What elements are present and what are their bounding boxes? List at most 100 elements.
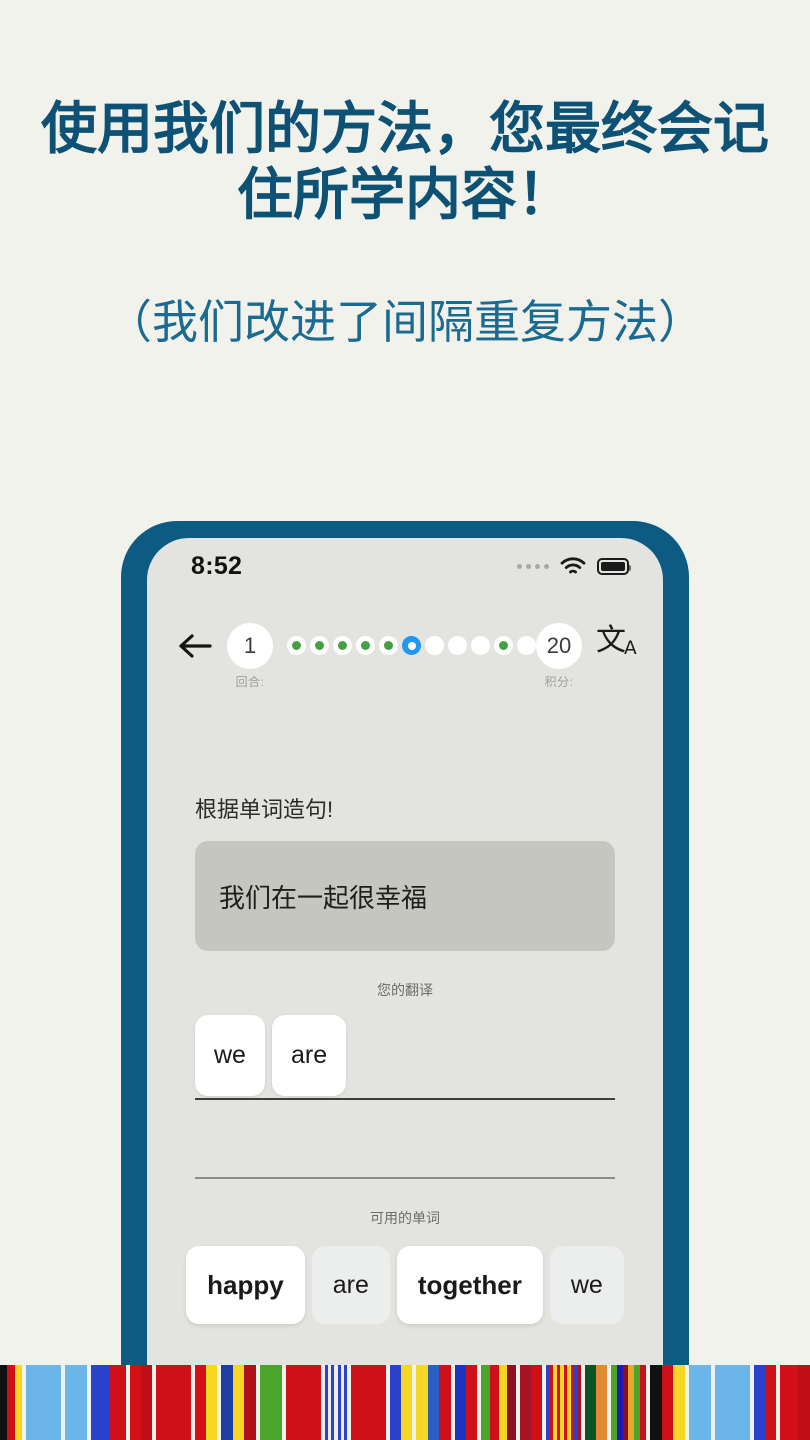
flag-stripe [481, 1365, 490, 1440]
progress-dot-3 [333, 636, 352, 655]
source-sentence-text: 我们在一起很幸福 [219, 882, 428, 913]
back-arrow-icon[interactable] [173, 624, 217, 668]
progress-dot-fill [407, 641, 416, 650]
score-badge: 20 [536, 623, 582, 669]
word-pool-chip[interactable]: happy [186, 1246, 305, 1324]
phone-screen: 8:52 1 回合: 20 积分: 文A 根据单词造句! 我们在一起很幸福 您的… [147, 538, 663, 1381]
progress-dot-fill [292, 641, 301, 650]
phone-mockup: 8:52 1 回合: 20 积分: 文A 根据单词造句! 我们在一起很幸福 您的… [121, 521, 689, 1381]
flag-stripe [141, 1365, 152, 1440]
status-indicators [517, 556, 631, 576]
flag-stripe [498, 1365, 508, 1440]
flag-stripe [14, 1365, 22, 1440]
flag [325, 1365, 347, 1440]
app-top-nav: 1 回合: 20 积分: 文A [147, 594, 663, 690]
flag-stripe [7, 1365, 15, 1440]
progress-dots [283, 636, 536, 655]
flag-stripe [195, 1365, 206, 1440]
flag-stripe [520, 1365, 531, 1440]
flag [520, 1365, 542, 1440]
exercise-body: 根据单词造句! 我们在一起很幸福 您的翻译 we are 可用的单词 happy a… [147, 792, 663, 1324]
flag-stripe [596, 1365, 607, 1440]
flag [351, 1365, 386, 1440]
flag [260, 1365, 282, 1440]
flag-stripe [577, 1365, 581, 1440]
flag-stripe [65, 1365, 87, 1440]
page-subheadline: （我们改进了间隔重复方法） [106, 296, 704, 349]
progress-dot-fill [476, 641, 485, 650]
flag-stripe [797, 1365, 810, 1440]
progress-dot-5 [379, 636, 398, 655]
flag-stripe [715, 1365, 750, 1440]
flag [26, 1365, 61, 1440]
word-pool-chip: we [549, 1246, 624, 1324]
flag [715, 1365, 750, 1440]
flag [0, 1365, 22, 1440]
source-sentence-card: 我们在一起很幸福 [195, 841, 615, 951]
flag-stripe [343, 1365, 347, 1440]
flag [650, 1365, 685, 1440]
progress-dot-fill [315, 641, 324, 650]
progress-dot-2 [310, 636, 329, 655]
progress-dot-8 [448, 636, 467, 655]
flag [455, 1365, 477, 1440]
word-pool-row[interactable]: happy are together we [186, 1246, 624, 1324]
battery-full-icon [597, 557, 631, 575]
flag-stripe [780, 1365, 798, 1440]
answer-chip-row[interactable]: we are [195, 1014, 615, 1096]
flag-stripe [585, 1365, 596, 1440]
flag-stripe [754, 1365, 765, 1440]
round-badge: 1 [227, 623, 273, 669]
flag [611, 1365, 646, 1440]
flag-stripe [26, 1365, 61, 1440]
progress-dot-11 [517, 636, 536, 655]
page-headline: 使用我们的方法，您最终会记住所学内容！ [41, 97, 769, 226]
flag-stripe [661, 1365, 674, 1440]
flag [91, 1365, 126, 1440]
status-bar: 8:52 [147, 538, 663, 594]
translate-icon[interactable]: 文A [596, 626, 639, 658]
power-button[interactable] [686, 719, 689, 815]
flag [65, 1365, 87, 1440]
flag-stripe [507, 1365, 516, 1440]
answer-chip[interactable]: we [195, 1015, 265, 1096]
progress-dot-fill [453, 641, 462, 650]
answer-line-2 [195, 1177, 615, 1179]
flag-stripe [439, 1365, 451, 1440]
round-caption: 回合: [235, 675, 265, 689]
flag-stripe [390, 1365, 401, 1440]
flag [195, 1365, 217, 1440]
volume-up-button[interactable] [121, 695, 124, 753]
word-pool-chip[interactable]: together [396, 1246, 543, 1324]
flag-stripe [156, 1365, 191, 1440]
your-translation-label: 您的翻译 [377, 982, 433, 998]
flag [416, 1365, 451, 1440]
flag-stripe [108, 1365, 126, 1440]
wifi-icon [560, 556, 586, 573]
volume-down-button[interactable] [121, 767, 124, 825]
progress-dot-fill [522, 641, 531, 650]
progress-dot-fill [430, 641, 439, 650]
mute-switch-button[interactable] [121, 639, 124, 673]
flag [754, 1365, 776, 1440]
signal-dots-icon [517, 563, 549, 569]
flag-stripe [286, 1365, 321, 1440]
exercise-prompt: 根据单词造句! [195, 797, 334, 822]
flag-stripe [640, 1365, 646, 1440]
progress-dot-9 [471, 636, 490, 655]
flag-stripe [401, 1365, 412, 1440]
available-words-label: 可用的单词 [370, 1210, 440, 1226]
progress-dot-1 [287, 636, 306, 655]
answer-chip[interactable]: are [271, 1015, 347, 1096]
flag-stripe [232, 1365, 245, 1440]
score-caption: 积分: [544, 675, 574, 689]
flag-stripe [416, 1365, 428, 1440]
flag [780, 1365, 810, 1440]
flag [585, 1365, 607, 1440]
flag-stripe [673, 1365, 685, 1440]
flag-stripe [0, 1365, 8, 1440]
answer-zone[interactable]: we are [195, 1014, 615, 1179]
word-pool-chip: are [311, 1246, 390, 1324]
flag [546, 1365, 581, 1440]
flag [390, 1365, 412, 1440]
